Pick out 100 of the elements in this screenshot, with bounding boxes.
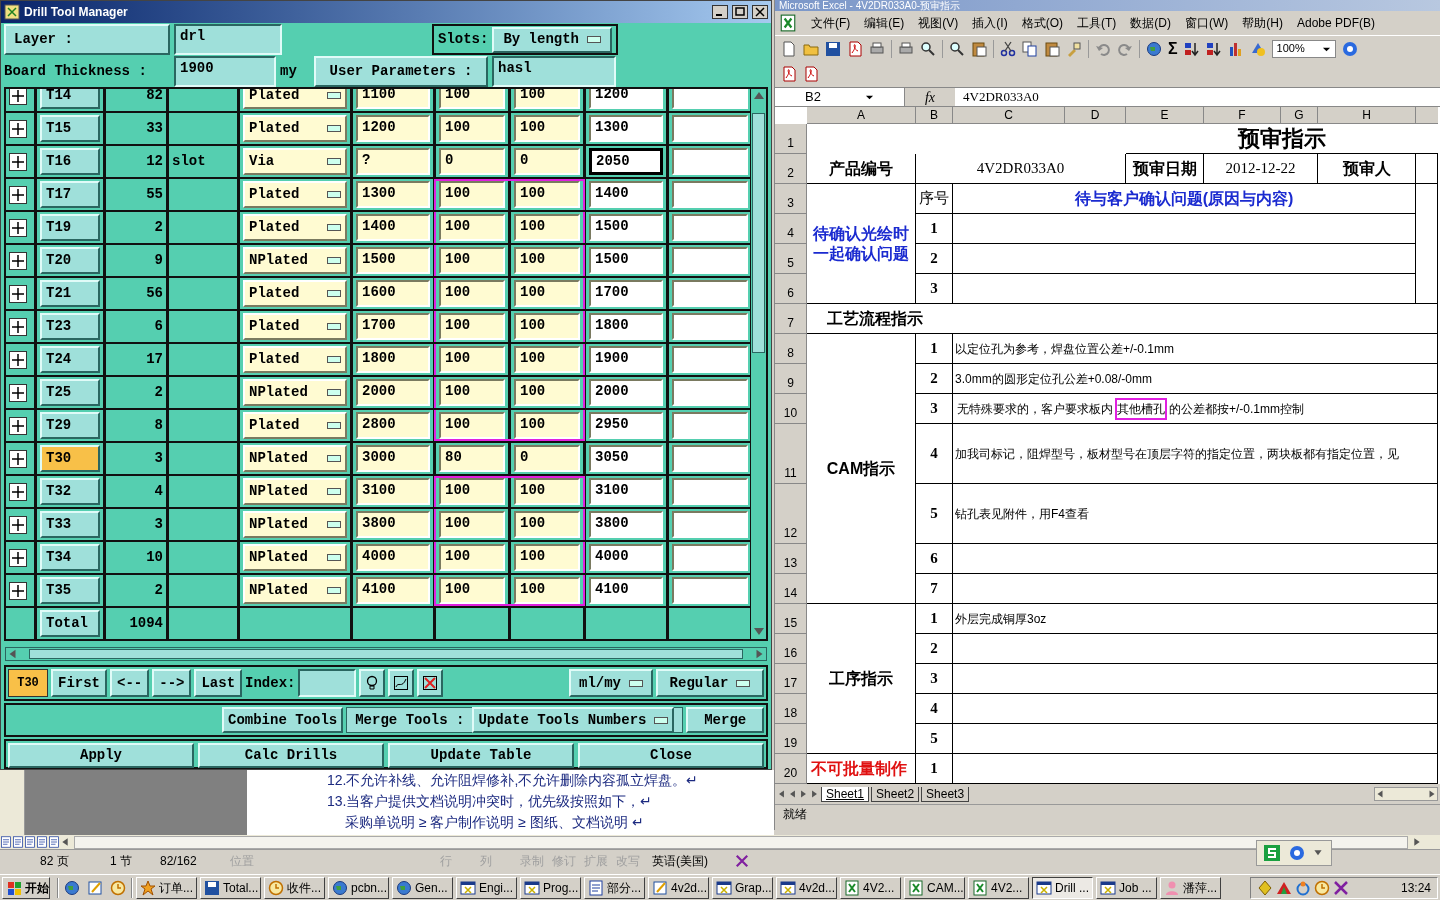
menu-item[interactable]: 工具(T) (1077, 14, 1117, 32)
action-button[interactable]: Close (578, 743, 764, 768)
tool-name-button[interactable]: T14 (40, 89, 100, 109)
action-button[interactable]: Calc Drills (198, 743, 384, 768)
icon-button[interactable] (388, 669, 415, 697)
plus-tolerance-field[interactable]: 0 (439, 148, 505, 175)
plating-dropdown[interactable]: Plated (243, 313, 347, 340)
row-header[interactable]: 11 (775, 424, 807, 484)
sheet-tab[interactable]: Sheet1 (821, 786, 870, 802)
drill-size-field[interactable]: 1800 (589, 313, 663, 340)
minus-tolerance-field[interactable]: 100 (514, 280, 580, 307)
formula-field[interactable]: 4V2DR033A0 (955, 88, 1440, 106)
scroll-left-icon[interactable] (60, 836, 70, 848)
minus-tolerance-field[interactable]: 100 (514, 478, 580, 505)
drill-size-field[interactable]: 3800 (589, 511, 663, 538)
view-icon[interactable] (36, 836, 48, 848)
row-header[interactable]: 16 (775, 634, 807, 664)
row-header[interactable]: 12 (775, 484, 807, 544)
taskbar-button[interactable]: 4v2d... (776, 876, 837, 899)
drill-size-field[interactable]: 1400 (589, 181, 663, 208)
nav-button[interactable]: Last (194, 669, 243, 697)
tool-name-button[interactable]: T30 (40, 445, 100, 472)
plus-tolerance-field[interactable]: 100 (439, 577, 505, 604)
finished-size-field[interactable]: 1200 (356, 115, 430, 142)
plating-dropdown[interactable]: Plated (243, 412, 347, 439)
scrollbar-thumb[interactable] (752, 113, 765, 353)
layer-field[interactable]: drl (174, 24, 282, 55)
save-icon[interactable] (825, 40, 841, 57)
column-header[interactable]: F (1204, 107, 1281, 124)
plus-tolerance-field[interactable]: 100 (439, 478, 505, 505)
menu-item[interactable]: 插入(I) (972, 14, 1008, 32)
finished-size-field[interactable]: 1600 (356, 280, 430, 307)
plating-dropdown[interactable]: Plated (243, 89, 347, 109)
taskbar-button[interactable]: Drill ... (1032, 876, 1093, 899)
menu-item[interactable]: 视图(V) (918, 14, 959, 32)
column-header[interactable]: D (1065, 107, 1126, 124)
row-header[interactable]: 9 (775, 364, 807, 394)
taskbar-button[interactable]: 潘萍... (1160, 876, 1221, 899)
plating-dropdown[interactable]: Via (243, 148, 347, 175)
finished-size-field[interactable]: 3000 (356, 445, 430, 472)
expand-icon[interactable] (9, 383, 27, 402)
taskbar-button[interactable]: Grap... (712, 876, 773, 899)
column-header[interactable]: E (1126, 107, 1204, 124)
menu-item[interactable]: 帮助(H) (1242, 14, 1283, 32)
finished-size-field[interactable]: 1500 (356, 247, 430, 274)
scrollbar-thumb[interactable] (29, 649, 743, 659)
tool-name-button[interactable]: T33 (40, 511, 100, 538)
expand-icon[interactable] (9, 185, 27, 204)
nav-button[interactable]: --> (152, 669, 192, 697)
plus-tolerance-field[interactable]: 100 (439, 214, 505, 241)
plating-dropdown[interactable]: NPlated (243, 445, 347, 472)
taskbar-button[interactable]: 收件... (264, 876, 325, 899)
finished-size-field[interactable]: 1700 (356, 313, 430, 340)
icon-button[interactable] (417, 669, 444, 697)
finished-size-field[interactable]: 1100 (356, 89, 430, 109)
minus-tolerance-field[interactable]: 100 (514, 89, 580, 109)
pdf-icon[interactable] (781, 66, 797, 82)
merge-mode-dropdown[interactable]: Update Tools Numbers (472, 707, 675, 733)
sheet-tab[interactable]: Sheet3 (921, 786, 970, 802)
printer-icon[interactable] (898, 40, 914, 57)
drill-size-field[interactable]: 1900 (589, 346, 663, 373)
row-header[interactable]: 6 (775, 274, 807, 304)
user-parameters-button[interactable]: User Parameters : (314, 56, 488, 87)
input-method-icon[interactable] (1263, 844, 1281, 862)
row-header[interactable]: 20 (775, 754, 807, 784)
minus-tolerance-field[interactable]: 100 (514, 313, 580, 340)
column-header[interactable]: A (807, 107, 916, 124)
menu-item[interactable]: Adobe PDF(B) (1297, 14, 1375, 32)
tool-name-button[interactable]: T34 (40, 544, 100, 571)
expand-icon[interactable] (9, 152, 27, 171)
minus-tolerance-field[interactable]: 100 (514, 577, 580, 604)
column-header[interactable]: B (916, 107, 953, 124)
menu-item[interactable]: 窗口(W) (1185, 14, 1229, 32)
plus-tolerance-field[interactable]: 100 (439, 346, 505, 373)
plating-dropdown[interactable]: Plated (243, 115, 347, 142)
sum-button[interactable]: Σ (1168, 36, 1178, 61)
drill-size-field[interactable]: 1500 (589, 247, 663, 274)
finished-size-field[interactable]: 4000 (356, 544, 430, 571)
taskbar-button[interactable]: Total... (200, 876, 261, 899)
finished-size-field[interactable]: 3100 (356, 478, 430, 505)
tool-name-button[interactable]: T29 (40, 412, 100, 439)
plus-tolerance-field[interactable]: 100 (439, 544, 505, 571)
icon-button[interactable] (359, 669, 386, 697)
tool-name-button[interactable]: T19 (40, 214, 100, 241)
clock-icon[interactable] (110, 879, 126, 896)
drill-size-field[interactable]: 1300 (589, 115, 663, 142)
sort-ascending-icon[interactable] (1183, 40, 1200, 57)
sort-descending-icon[interactable] (1205, 40, 1222, 57)
taskbar-button[interactable]: Engi... (456, 876, 517, 899)
document-icon[interactable] (847, 40, 863, 57)
taskbar-button[interactable]: pcbn... (328, 876, 389, 899)
expand-icon[interactable] (9, 89, 27, 105)
column-header[interactable]: C (953, 107, 1065, 124)
row-header[interactable]: 1 (775, 124, 807, 154)
drill-size-field[interactable]: 3050 (589, 445, 663, 472)
tool-name-button[interactable]: T16 (40, 148, 100, 175)
drill-size-field[interactable]: 4100 (589, 577, 663, 604)
row-header[interactable]: 7 (775, 304, 807, 334)
vertical-scrollbar[interactable] (750, 89, 766, 639)
printer-icon[interactable] (869, 40, 885, 57)
